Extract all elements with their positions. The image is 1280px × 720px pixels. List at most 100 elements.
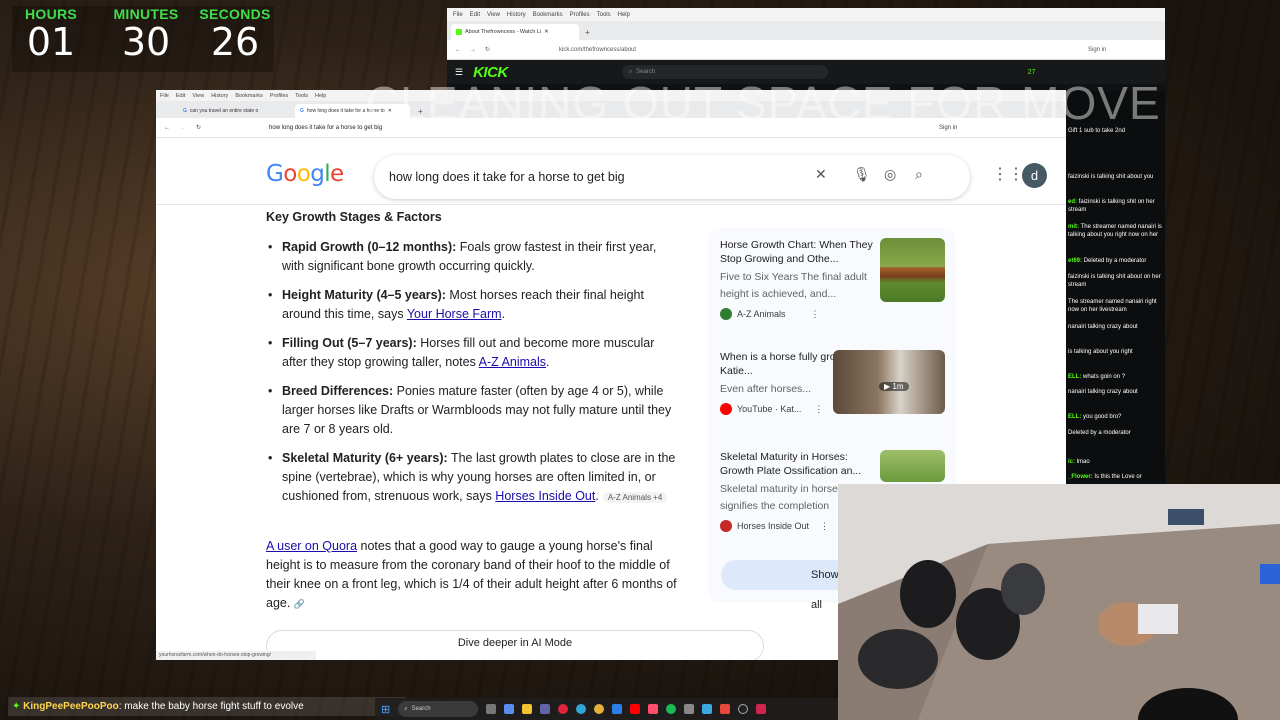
- reload-icon[interactable]: ↻: [196, 124, 201, 131]
- google-logo[interactable]: Google: [266, 161, 344, 187]
- kick-menu-view[interactable]: View: [487, 12, 500, 18]
- teams-icon[interactable]: [540, 704, 551, 714]
- kick-menu-bookmarks[interactable]: Bookmarks: [533, 12, 563, 18]
- menu-tools[interactable]: Tools: [295, 93, 308, 99]
- chat-message: is talking about you right: [1068, 349, 1133, 355]
- chat-alert-message: : make the baby horse fight stuff to evo…: [118, 701, 304, 712]
- camera-lens-icon[interactable]: ◎: [884, 166, 896, 183]
- spotify-icon[interactable]: [666, 704, 677, 714]
- quora-link[interactable]: A user on Quora: [266, 539, 357, 553]
- chat-message: mit: The streamer named nanairi is talki…: [1068, 224, 1162, 239]
- app-icon[interactable]: [648, 704, 659, 714]
- store-icon[interactable]: [612, 704, 623, 714]
- menu-edit[interactable]: Edit: [176, 93, 185, 99]
- app-icon[interactable]: [684, 704, 695, 714]
- horses-inside-out-link[interactable]: Horses Inside Out: [495, 489, 595, 503]
- kick-menu-edit[interactable]: Edit: [470, 12, 480, 18]
- menu-help[interactable]: Help: [315, 93, 326, 99]
- avatar[interactable]: d: [1022, 163, 1047, 188]
- taskbar-search-label: Search: [411, 706, 431, 712]
- more-options-icon[interactable]: ⋮: [820, 521, 829, 532]
- source-card[interactable]: Horse Growth Chart: When They Stop Growi…: [720, 238, 952, 320]
- chat-message: Deleted by a moderator: [1068, 430, 1131, 436]
- source-chip[interactable]: A-Z Animals +4: [602, 492, 668, 503]
- kick-tab-close-icon[interactable]: ✕: [544, 29, 549, 35]
- windows-start-icon[interactable]: ⊞: [381, 703, 390, 716]
- webcam-room-image: [838, 484, 1280, 720]
- chat-message: nanairi talking crazy about: [1068, 324, 1138, 330]
- chat-alert-icon: ✦: [12, 701, 21, 712]
- horse-thumbnail: [880, 450, 945, 482]
- chat-message: ELL: you good bro?: [1068, 414, 1122, 420]
- chat-message: nanairi talking crazy about: [1068, 389, 1138, 395]
- kick-tab-title: About Thefrowncess - Watch Li: [465, 29, 542, 35]
- chat-alert-user: KingPeePeePooPoo: [23, 701, 119, 712]
- app-icon[interactable]: [720, 704, 731, 714]
- kick-search-icon: ⌕: [628, 68, 633, 75]
- microphone-icon[interactable]: 🎙: [853, 166, 871, 183]
- kick-menu-file[interactable]: File: [453, 12, 463, 18]
- kick-menu-bar: File Edit View History Bookmarks Profile…: [447, 8, 1165, 21]
- more-options-icon[interactable]: ⋮: [811, 309, 820, 320]
- status-bar-url: yourhorsefarm.com/when-do-horses-stop-gr…: [156, 651, 316, 660]
- kick-menu-help[interactable]: Help: [618, 12, 630, 18]
- menu-view[interactable]: View: [192, 93, 204, 99]
- kick-sign-in[interactable]: Sign in: [1088, 47, 1106, 53]
- kick-back-icon[interactable]: ←: [455, 47, 461, 53]
- kick-new-tab-icon[interactable]: +: [579, 28, 596, 40]
- youtube-favicon-icon: [720, 403, 732, 415]
- task-view-icon[interactable]: [486, 704, 497, 714]
- search-input[interactable]: how long does it take for a horse to get…: [374, 155, 970, 199]
- kick-url[interactable]: kick.com/thefrowncess/about: [559, 47, 879, 53]
- a-z-animals-favicon-icon: [720, 308, 732, 320]
- chat-message: ed: faizinski is talking shit on her str…: [1068, 199, 1155, 214]
- chat-message: ELL: whats goin on ?: [1068, 374, 1126, 380]
- kick-menu-history[interactable]: History: [507, 12, 526, 18]
- menu-history[interactable]: History: [211, 93, 228, 99]
- stream-title: CLEANING OUT SPACE FOR MOVE: [366, 77, 1161, 129]
- apps-grid-icon[interactable]: ⋮⋮: [992, 164, 1024, 184]
- back-icon[interactable]: ←: [164, 125, 170, 131]
- youtube-icon[interactable]: [630, 704, 641, 714]
- file-explorer-icon[interactable]: [522, 704, 533, 714]
- kick-forward-icon[interactable]: →: [470, 47, 476, 53]
- card-title: Horse Growth Chart: When They Stop Growi…: [720, 239, 873, 265]
- more-options-icon[interactable]: ⋮: [814, 404, 823, 415]
- link-icon[interactable]: 🔗: [294, 599, 305, 609]
- menu-bookmarks[interactable]: Bookmarks: [235, 93, 263, 99]
- chat-message: _Flower: Is this the Love or: [1068, 474, 1142, 480]
- kick-menu-profiles[interactable]: Profiles: [570, 12, 590, 18]
- obs-icon[interactable]: [738, 704, 749, 714]
- dive-deeper-button[interactable]: Dive deeper in AI Mode: [266, 630, 764, 660]
- kick-tab[interactable]: About Thefrowncess - Watch Li ✕: [451, 24, 579, 40]
- chat-message: et69: Deleted by a moderator: [1068, 258, 1147, 264]
- video-thumbnail[interactable]: ▶ 1m: [833, 350, 945, 414]
- a-z-animals-link[interactable]: A-Z Animals: [479, 355, 546, 369]
- chat-message: faizinski is talking shit about you: [1068, 174, 1154, 180]
- opera-icon[interactable]: [558, 704, 569, 714]
- timer-minutes: MINUTES 30: [106, 6, 186, 64]
- menu-file[interactable]: File: [160, 93, 169, 99]
- menu-profiles[interactable]: Profiles: [270, 93, 288, 99]
- tab-travel-state[interactable]: G can you travel an entire state o: [178, 104, 293, 118]
- kick-menu-tools[interactable]: Tools: [597, 12, 611, 18]
- app-icon[interactable]: [702, 704, 713, 714]
- kick-viewer-count: 27: [1027, 68, 1036, 76]
- search-icon[interactable]: ⌕: [915, 166, 923, 183]
- app-icon[interactable]: [756, 704, 767, 714]
- timer-hours-value: 01: [26, 20, 76, 64]
- copilot-icon[interactable]: [504, 704, 515, 714]
- your-horse-farm-link[interactable]: Your Horse Farm: [407, 307, 502, 321]
- kick-reload-icon[interactable]: ↻: [485, 46, 490, 53]
- taskbar-search-icon: ⌕: [404, 705, 408, 712]
- clear-search-icon[interactable]: ✕: [815, 166, 827, 183]
- chrome-icon[interactable]: [594, 704, 605, 714]
- edge-icon[interactable]: [576, 704, 587, 714]
- taskbar-search[interactable]: ⌕ Search: [398, 701, 479, 717]
- search-query: how long does it take for a horse to get…: [389, 170, 625, 184]
- forward-icon[interactable]: →: [180, 125, 186, 131]
- video-duration: ▶ 1m: [879, 382, 909, 391]
- chat-message: faizinski is talking shit about on her s…: [1068, 274, 1161, 289]
- show-all-button[interactable]: Show all: [721, 560, 851, 611]
- source-card[interactable]: When is a horse fully grown? Katie... Ev…: [720, 350, 952, 415]
